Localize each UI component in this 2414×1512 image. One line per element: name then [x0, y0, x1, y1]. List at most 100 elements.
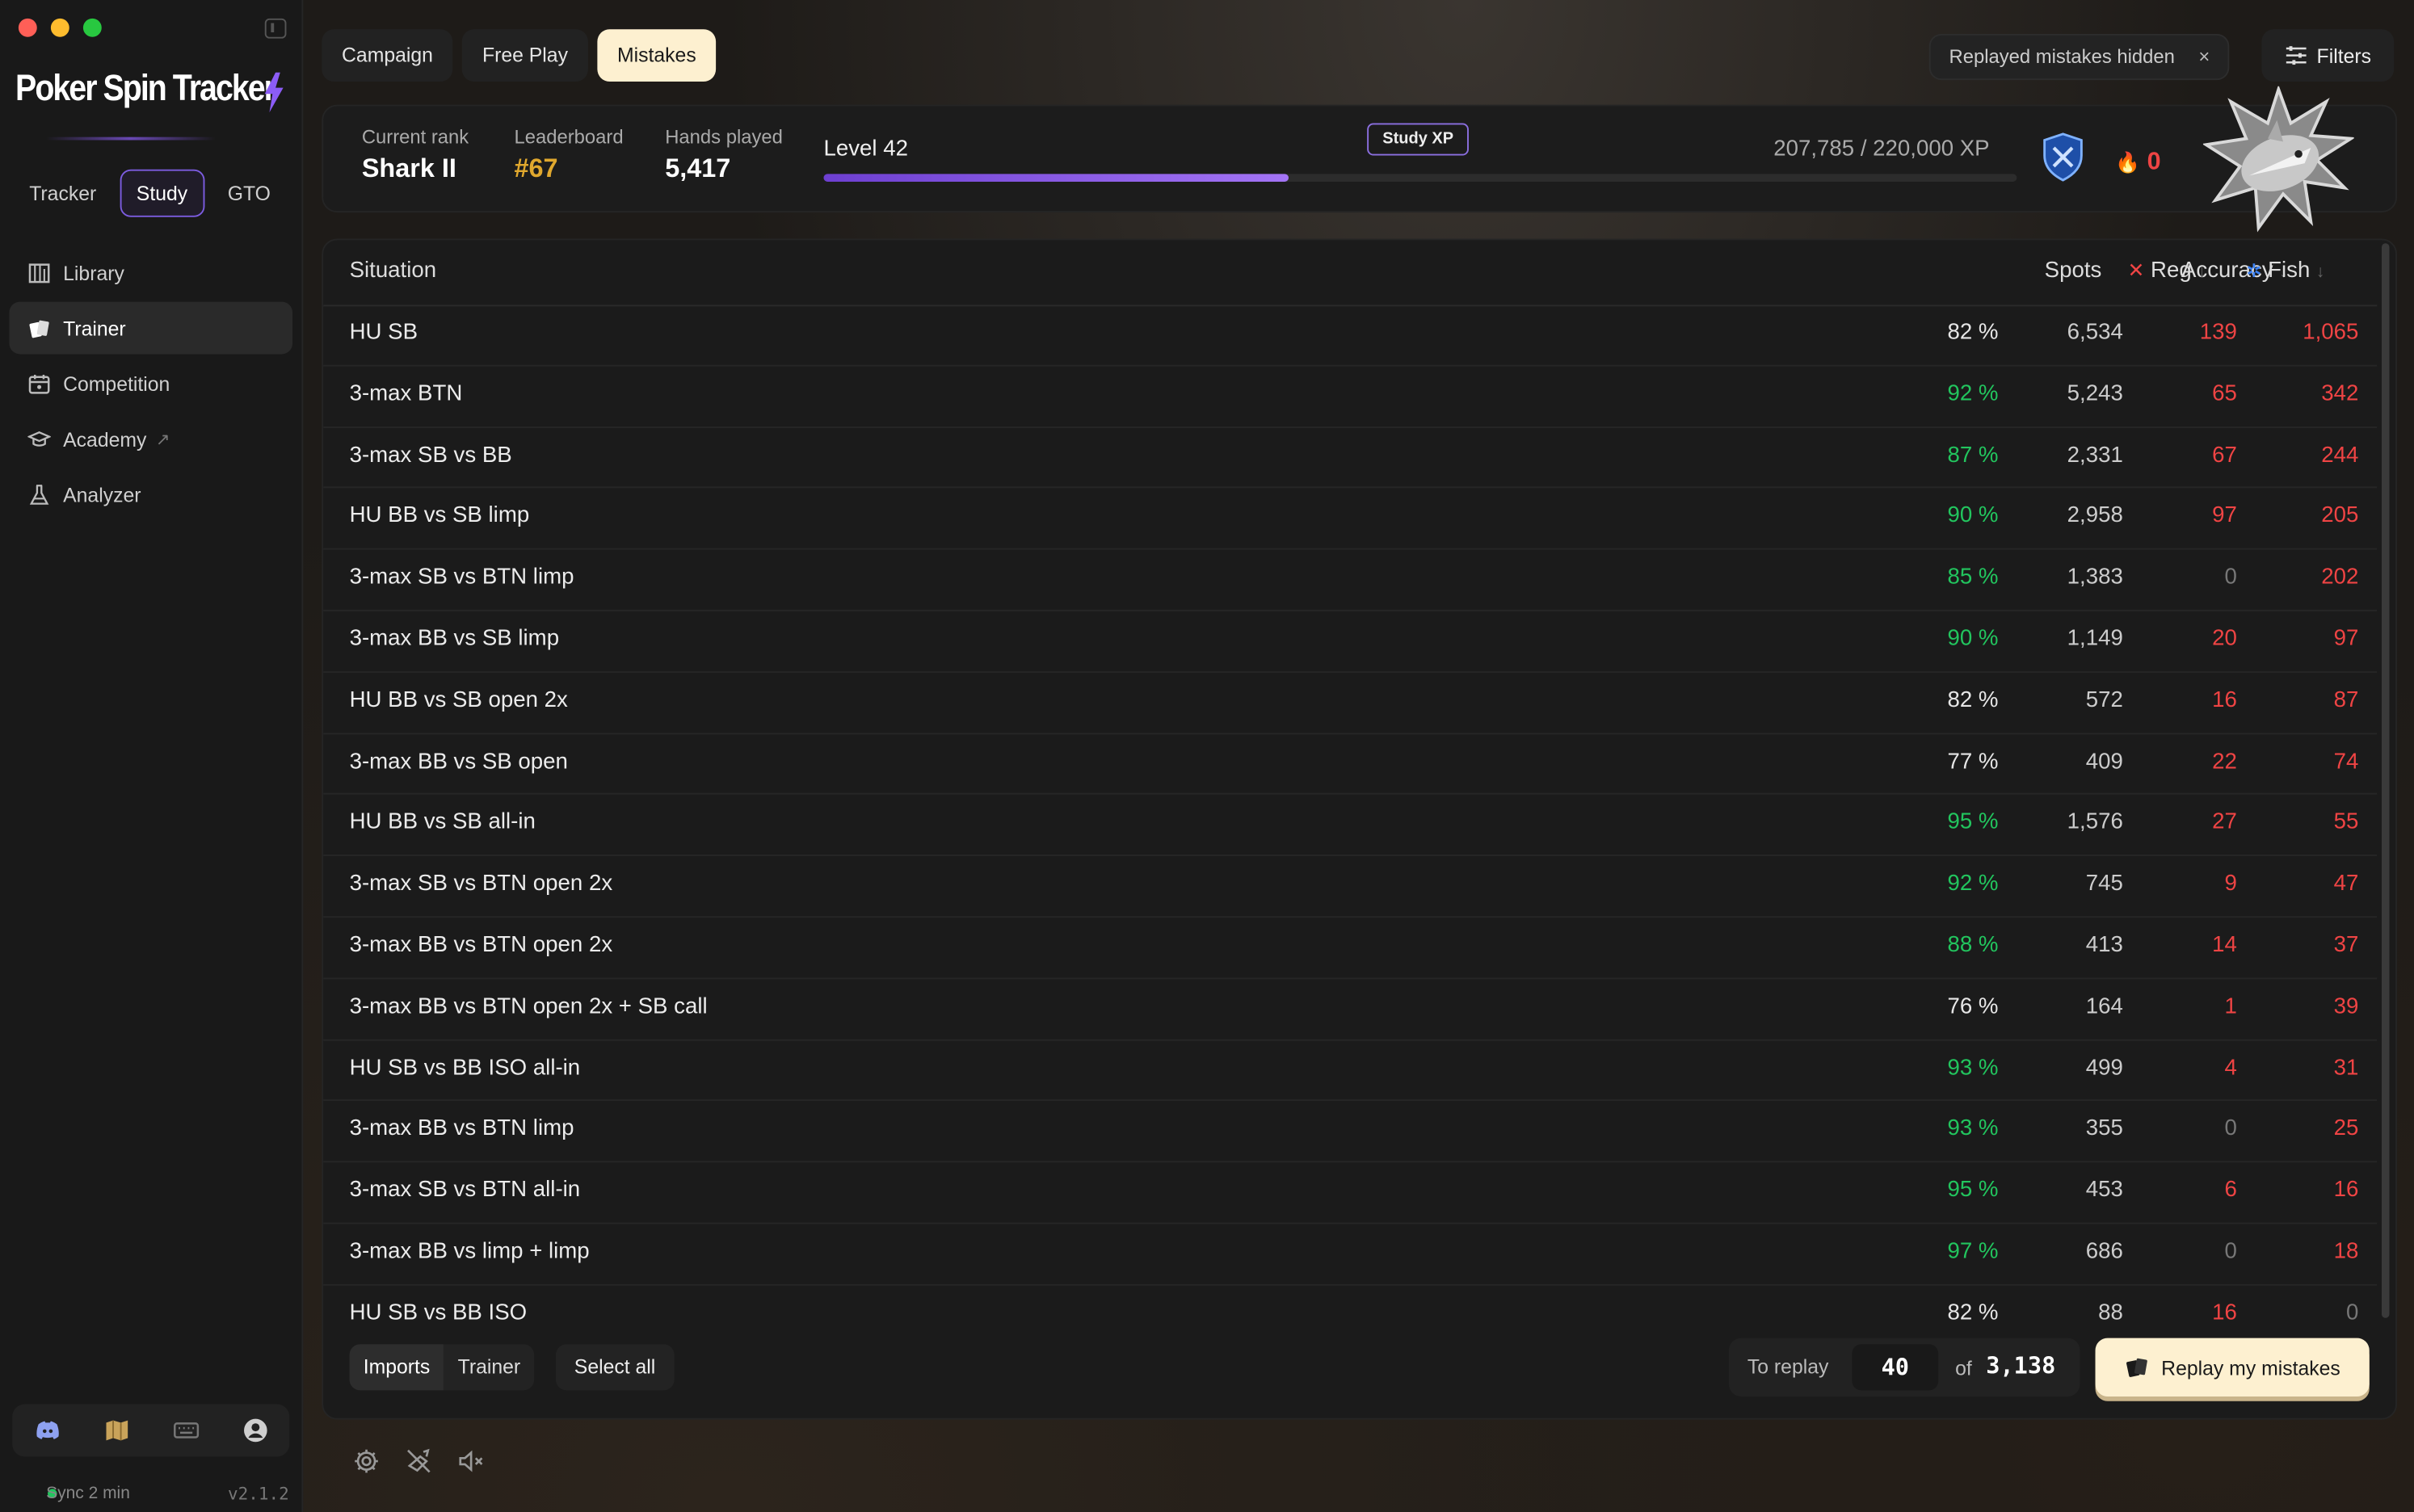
hands-stat: Hands played 5,417 — [665, 126, 783, 184]
spots-cell: 1,149 — [2067, 626, 2123, 652]
reg-cell: 4 — [2224, 1055, 2237, 1081]
hands-label: Hands played — [665, 126, 783, 149]
keyboard-icon[interactable] — [171, 1417, 199, 1444]
col-spots[interactable]: Spots — [2045, 258, 2378, 284]
table-row[interactable]: HU SB vs BB ISO all-in 93 % 499 4 31 — [323, 1040, 2378, 1102]
sidebar-item-academy[interactable]: Academy ↗ — [9, 413, 292, 465]
mode-tab-study[interactable]: Study — [119, 169, 205, 217]
table-row[interactable]: 3-max BB vs BTN open 2x 88 % 413 14 37 — [323, 918, 2378, 979]
discord-icon[interactable] — [33, 1417, 61, 1444]
account-icon[interactable] — [241, 1417, 268, 1444]
spots-cell: 409 — [2085, 749, 2123, 775]
situation-cell: 3-max BB vs BTN limp — [349, 1116, 574, 1142]
spots-cell: 88 — [2098, 1300, 2123, 1321]
chip-close-icon[interactable]: × — [2198, 46, 2210, 68]
fish-cell: 39 — [2333, 994, 2359, 1019]
source-trainer[interactable]: Trainer — [444, 1344, 534, 1390]
table-row[interactable]: 3-max BTN 92 % 5,243 65 342 — [323, 366, 2378, 428]
reg-cell: 16 — [2212, 687, 2237, 713]
fish-cell: 97 — [2333, 626, 2359, 652]
accuracy-cell: 92 % — [1947, 381, 1999, 406]
map-icon[interactable] — [103, 1417, 130, 1444]
col-fish[interactable]: ✲ Fish ↓ — [2246, 258, 2324, 284]
accuracy-cell: 82 % — [1947, 320, 1999, 346]
fish-icon: ✲ — [2246, 260, 2262, 282]
spots-cell: 5,243 — [2067, 381, 2123, 406]
close-window-button[interactable] — [18, 18, 37, 37]
table-row[interactable]: HU BB vs SB all-in 95 % 1,576 27 55 — [323, 795, 2378, 857]
spots-cell: 1,576 — [2067, 810, 2123, 835]
table-row[interactable]: HU BB vs SB limp 90 % 2,958 97 205 — [323, 489, 2378, 550]
sidebar-item-library[interactable]: Library — [9, 246, 292, 299]
study-xp-badge: Study XP — [1367, 123, 1470, 156]
sidebar-item-label: Competition — [63, 372, 170, 395]
table-row[interactable]: 3-max SB vs BB 87 % 2,331 67 244 — [323, 427, 2378, 489]
table-row[interactable]: HU SB 82 % 6,534 139 1,065 — [323, 304, 2378, 367]
table-scrollbar[interactable] — [2381, 243, 2390, 1318]
tab-free-play[interactable]: Free Play — [462, 29, 588, 82]
collapse-sidebar-icon[interactable] — [264, 18, 287, 39]
accuracy-cell: 95 % — [1947, 1178, 1999, 1203]
sidebar-item-label: Library — [63, 261, 124, 284]
minimize-window-button[interactable] — [50, 18, 69, 37]
replay-count-input[interactable]: 40 — [1852, 1344, 1939, 1391]
table-row[interactable]: 3-max SB vs BTN limp 85 % 1,383 0 202 — [323, 550, 2378, 611]
flame-icon: 🔥 — [2115, 150, 2141, 174]
reg-cell: 0 — [2224, 1116, 2237, 1142]
table-body: HU SB 82 % 6,534 139 1,065 3-max BTN 92 % 5,243… — [323, 304, 2378, 1321]
fish-cell: 342 — [2321, 381, 2359, 406]
table-row[interactable]: 3-max BB vs SB open 77 % 409 22 74 — [323, 734, 2378, 796]
leaderboard-stat[interactable]: Leaderboard #67 — [514, 126, 623, 184]
table-row[interactable]: 3-max BB vs SB limp 90 % 1,149 20 97 — [323, 611, 2378, 673]
table-row[interactable]: 3-max BB vs limp + limp 97 % 686 0 18 — [323, 1224, 2378, 1286]
spots-cell: 453 — [2085, 1178, 2123, 1203]
zoom-window-button[interactable] — [82, 18, 102, 37]
source-imports[interactable]: Imports — [349, 1344, 444, 1391]
replay-mistakes-button[interactable]: Replay my mistakes — [2095, 1338, 2370, 1397]
settings-icon[interactable] — [352, 1447, 380, 1475]
reg-cell: 65 — [2212, 381, 2237, 406]
mute-icon[interactable] — [457, 1447, 485, 1475]
table-row[interactable]: 3-max SB vs BTN open 2x 92 % 745 9 47 — [323, 856, 2378, 918]
spots-cell: 686 — [2085, 1239, 2123, 1264]
accuracy-cell: 82 % — [1947, 687, 1999, 713]
sound-mode-icon[interactable] — [405, 1447, 432, 1475]
col-situation[interactable]: Situation — [350, 258, 437, 284]
rank-value: Shark II — [361, 153, 456, 183]
sidebar-item-analyzer[interactable]: Analyzer — [9, 468, 292, 521]
reg-cell: 0 — [2224, 1239, 2237, 1264]
mistakes-table: Situation Accuracy ↓ Spots ✕ Reg ↓ ✲ Fish ↓… — [322, 238, 2398, 1420]
mode-tab-gto[interactable]: GTO — [211, 170, 288, 217]
to-replay-label: To replay — [1747, 1354, 1829, 1379]
filters-button[interactable]: Filters — [2261, 29, 2395, 82]
col-reg[interactable]: ✕ Reg ↓ — [2128, 258, 2206, 284]
sidebar-item-trainer[interactable]: Trainer — [9, 301, 293, 355]
shark-rank-emblem-icon — [2202, 86, 2354, 233]
situation-cell: HU SB vs BB ISO — [349, 1300, 528, 1321]
table-row[interactable]: 3-max BB vs BTN limp 93 % 355 0 25 — [323, 1102, 2378, 1163]
bottom-toolbar — [352, 1447, 485, 1475]
sidebar-item-competition[interactable]: Competition — [9, 357, 292, 410]
select-all-button[interactable]: Select all — [555, 1344, 675, 1391]
stats-bar: Current rank Shark II Leaderboard #67 Ha… — [322, 104, 2398, 213]
table-row[interactable]: HU BB vs SB open 2x 82 % 572 16 87 — [323, 673, 2378, 734]
table-row[interactable]: HU SB vs BB ISO 82 % 88 16 0 — [323, 1285, 2377, 1321]
situation-cell: HU BB vs SB all-in — [349, 810, 536, 835]
replay-button-label: Replay my mistakes — [2161, 1355, 2340, 1380]
situation-cell: 3-max SB vs BTN all-in — [349, 1178, 581, 1203]
mode-tab-tracker[interactable]: Tracker — [12, 170, 113, 217]
bolt-logo-icon — [264, 72, 284, 113]
tab-campaign[interactable]: Campaign — [322, 29, 453, 82]
table-header: Situation Accuracy ↓ Spots ✕ Reg ↓ ✲ Fish ↓ — [323, 240, 2378, 307]
accuracy-cell: 88 % — [1947, 933, 1999, 958]
table-row[interactable]: 3-max SB vs BTN all-in 95 % 453 6 16 — [323, 1163, 2378, 1224]
fish-cell: 74 — [2333, 749, 2359, 775]
situation-cell: HU BB vs SB open 2x — [349, 687, 568, 713]
table-row[interactable]: 3-max BB vs BTN open 2x + SB call 76 % 164… — [323, 979, 2378, 1040]
tab-mistakes[interactable]: Mistakes — [597, 29, 717, 82]
accuracy-cell: 82 % — [1947, 1300, 1999, 1321]
competition-icon — [28, 374, 50, 393]
reg-cell: 139 — [2199, 320, 2237, 346]
sliders-icon — [2286, 46, 2307, 65]
sync-status: Sync 2 min — [46, 1484, 130, 1503]
